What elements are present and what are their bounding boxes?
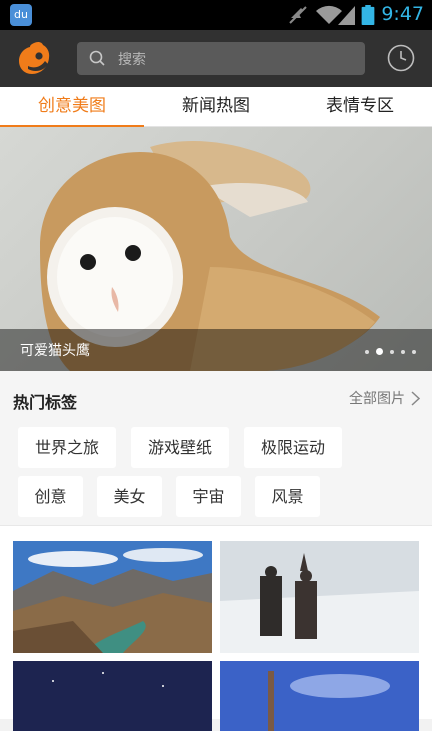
tag-world-travel[interactable]: 世界之旅	[18, 427, 116, 468]
image-gallery	[0, 525, 432, 731]
battery-icon	[361, 5, 375, 25]
carousel-dot[interactable]	[401, 349, 405, 354]
clock-time: 9:47	[381, 3, 424, 25]
search-icon	[89, 50, 105, 66]
mute-icon	[289, 6, 307, 24]
category-tabs: 创意美图 新闻热图 表情专区	[0, 87, 432, 128]
mountain-valley-photo	[13, 541, 212, 653]
chevron-right-icon	[411, 390, 420, 406]
app-bar: 搜索	[0, 30, 432, 87]
blue-sky-tower-photo	[220, 661, 419, 731]
hot-tags-title: 热门标签	[13, 393, 78, 412]
gallery-item[interactable]	[13, 541, 212, 653]
tab-emoji[interactable]: 表情专区	[288, 87, 432, 127]
tag-beauty[interactable]: 美女	[97, 476, 162, 517]
all-images-label[interactable]: 全部图片	[349, 388, 405, 408]
tab-creative[interactable]: 创意美图	[0, 87, 144, 128]
baidu-icon: du	[10, 4, 32, 26]
hot-tags-section: 热门标签 全部图片 世界之旅 游戏壁纸 极限运动 创意 美女 宇宙 风景	[0, 371, 432, 525]
banner-caption: 可爱猫头鹰	[20, 343, 90, 359]
all-images-link[interactable]: 全部图片	[349, 388, 420, 408]
tag-universe[interactable]: 宇宙	[176, 476, 241, 517]
banner-caption-bar: 可爱猫头鹰	[0, 329, 432, 371]
tag-scenery[interactable]: 风景	[255, 476, 320, 517]
banner-carousel[interactable]: 可爱猫头鹰	[0, 127, 432, 371]
night-sky-photo	[13, 661, 212, 731]
search-input[interactable]: 搜索	[118, 49, 146, 69]
gallery-item[interactable]	[220, 541, 419, 653]
carousel-dot-active[interactable]	[376, 348, 383, 355]
search-bar[interactable]: 搜索	[77, 42, 365, 75]
app-logo-icon[interactable]	[18, 41, 50, 75]
tag-game-wallpaper[interactable]: 游戏壁纸	[131, 427, 229, 468]
tab-news[interactable]: 新闻热图	[144, 87, 288, 127]
carousel-dot[interactable]	[390, 349, 394, 354]
status-bar: du 9:47	[0, 0, 432, 30]
gallery-item[interactable]	[220, 661, 419, 731]
gallery-item[interactable]	[13, 661, 212, 731]
carousel-dot[interactable]	[365, 349, 369, 354]
snow-pilgrims-photo	[220, 541, 419, 653]
history-clock-icon[interactable]	[387, 44, 415, 72]
tag-creative[interactable]: 创意	[18, 476, 83, 517]
carousel-indicator	[365, 348, 416, 355]
tag-extreme-sports[interactable]: 极限运动	[244, 427, 342, 468]
carousel-dot[interactable]	[412, 349, 416, 354]
signal-icon	[338, 6, 355, 25]
